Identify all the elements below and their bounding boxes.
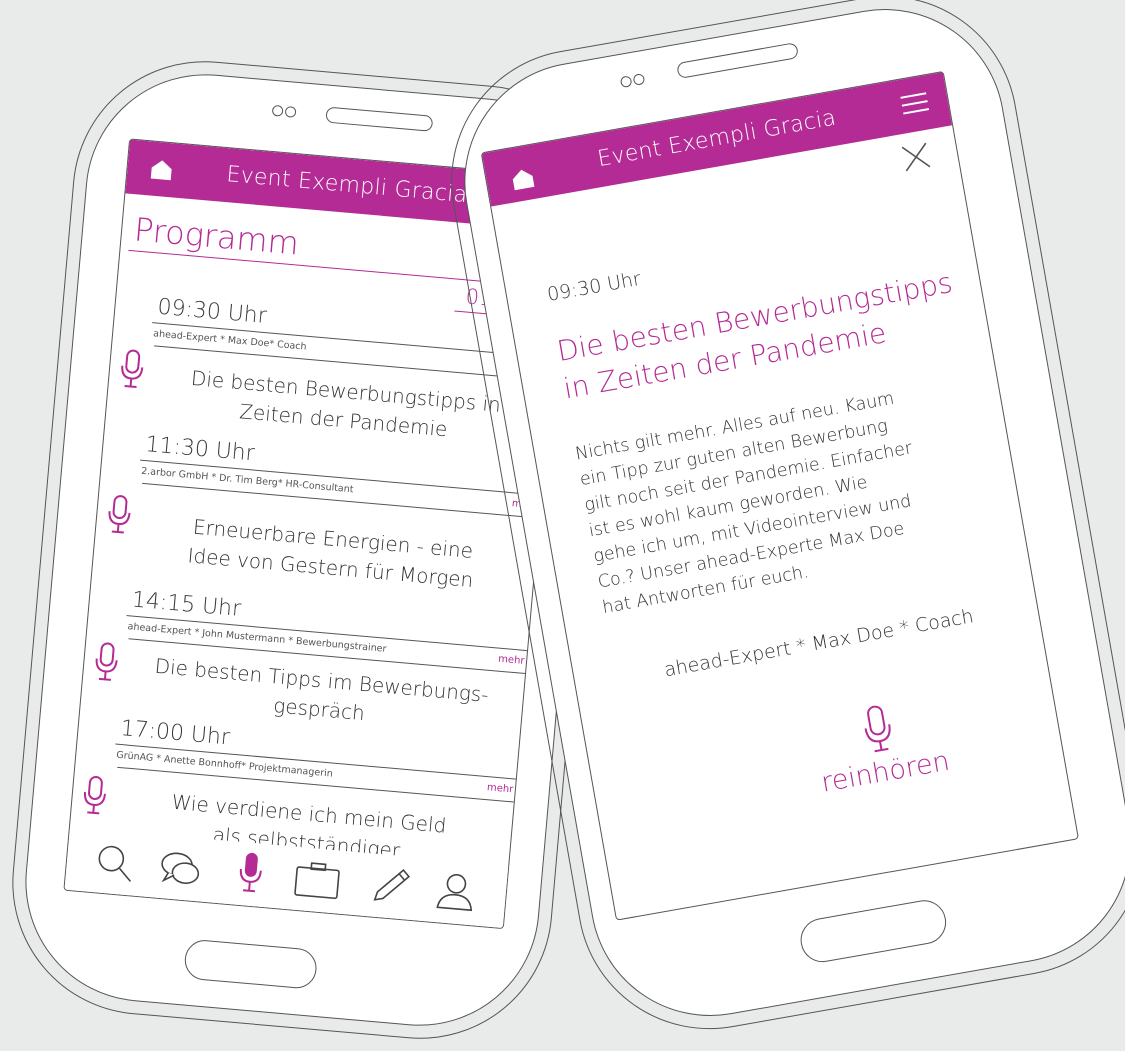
nav-notes[interactable] [370,864,414,911]
phone-left-camera-2 [284,105,297,118]
phone-right-camera-2 [632,73,646,86]
program-item-title[interactable]: Erneuerbare Energien - eine Idee von Ges… [145,509,519,599]
phone-right-camera [619,75,633,89]
nav-search[interactable] [93,841,137,888]
listen-button[interactable]: reinhören [799,691,961,801]
microphone-icon [83,776,106,815]
program-item-speaker: 2.arbor GmbH * Dr. Tim Berg* HR-Consulta… [140,465,354,496]
play-audio-button[interactable] [81,774,109,820]
phone-right-speaker [676,42,800,80]
more-link[interactable]: mehr [498,654,525,667]
close-button[interactable] [899,140,934,179]
detail-time: 09:30 Uhr [545,267,643,306]
program-heading: Programm [132,210,301,263]
hamburger-menu-icon [900,92,930,115]
microphone-icon [121,349,144,389]
phone-left-home-button[interactable] [183,938,319,990]
nav-profile[interactable] [434,869,478,916]
phone-left-speaker [325,106,434,132]
pencil-icon [373,869,411,901]
nav-program[interactable] [237,850,265,898]
microphone-icon [108,495,131,534]
detail-speaker: ahead-Expert * Max Doe * Coach [662,605,976,682]
profile-icon [436,874,473,912]
play-audio-button[interactable] [118,348,146,394]
microphone-icon [239,852,262,893]
program-item-speaker: ahead-Expert * Max Doe* Coach [152,328,307,353]
close-icon [901,142,931,172]
app-header: Event Exempli Gracia [481,72,953,207]
microphone-icon [95,642,118,681]
phone-left-camera [271,104,284,117]
app-title: Event Exempli Gracia [595,105,839,173]
nav-chat[interactable] [157,847,205,895]
nav-jobs[interactable] [292,859,341,905]
play-audio-button[interactable] [92,641,120,687]
star-icon [962,84,988,114]
phone-right: Event Exempli Gracia 09:30 Uhr Die beste… [430,0,1125,1051]
phone-right-screen: Event Exempli Gracia 09:30 Uhr Die beste… [480,70,1079,921]
briefcase-icon [294,862,340,900]
more-link[interactable]: mehr [486,782,513,795]
microphone-icon [864,705,891,753]
chat-icon [161,852,200,884]
detail-description: Nichts gilt mehr. Alles auf neu. Kaum ei… [573,369,1018,621]
search-icon [98,845,132,882]
phone-right-home-button[interactable] [797,896,950,966]
menu-button[interactable] [898,89,932,122]
play-audio-button[interactable] [105,493,133,539]
